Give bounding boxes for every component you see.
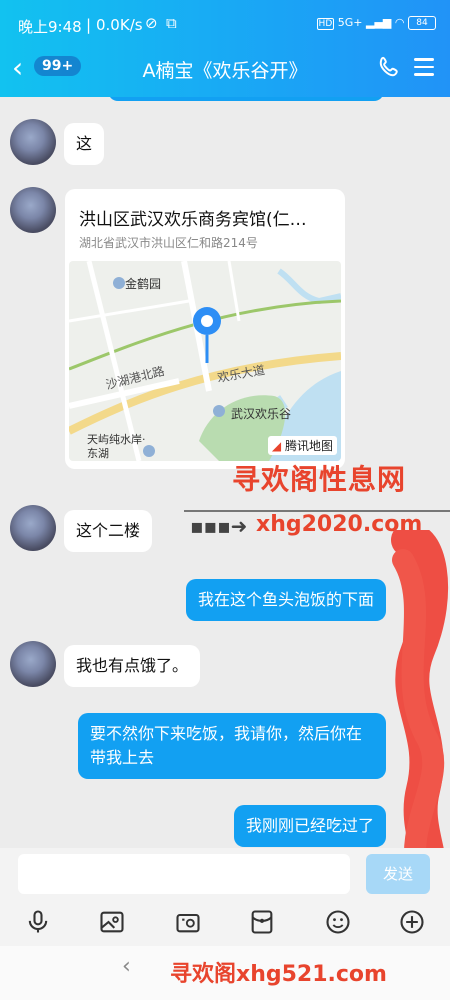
message-text: 这个二楼 [76, 521, 141, 540]
message-input[interactable] [18, 854, 350, 894]
avatar[interactable] [10, 505, 56, 551]
message-text: 要不然你下来吃饭，我请你，然后你在带我上去 [90, 724, 363, 767]
avatar[interactable] [10, 641, 56, 687]
map-preview[interactable]: 金鹤园 沙湖港北路 欢乐大道 武汉欢乐谷 天屿纯水岸·东湖 ◢ 腾讯地图 [69, 261, 341, 461]
menu-icon[interactable] [414, 58, 434, 81]
arrow-right-icon: ▪▪▪➜ [190, 514, 248, 538]
previous-message-bubble [108, 97, 384, 101]
location-name: 洪山区武汉欢乐商务宾馆(仁… [79, 210, 307, 230]
location-card[interactable]: 洪山区武汉欢乐商务宾馆(仁… 湖北省武汉市洪山区仁和路214号 金鹤园 沙湖港北… [65, 189, 345, 469]
phone-icon[interactable] [376, 54, 402, 80]
send-button[interactable]: 发送 [366, 854, 430, 894]
status-net-speed: 0.0K/s [96, 16, 143, 34]
map-provider-badge: ◢ 腾讯地图 [267, 436, 337, 455]
map-label: 天屿纯水岸·东湖 [87, 433, 146, 460]
signal-label: 5G+ [337, 16, 363, 29]
microphone-icon[interactable] [24, 908, 52, 936]
status-right: HD 5G+ ▂▄▆ ◠ 84 [316, 16, 436, 30]
message-text: 这 [76, 134, 93, 153]
battery-icon: 84 [408, 16, 436, 30]
message-bubble-incoming: 这个二楼 [64, 510, 153, 552]
message-bubble-outgoing: 要不然你下来吃饭，我请你，然后你在带我上去 [78, 713, 386, 779]
message-text: 我刚刚已经吃过了 [245, 816, 374, 835]
location-address: 湖北省武汉市洪山区仁和路214号 [79, 236, 258, 250]
message-bubble-outgoing: 我在这个鱼头泡饭的下面 [185, 579, 386, 621]
watermark-text: 寻欢阁xhg521.com [170, 962, 387, 987]
avatar[interactable] [10, 187, 56, 233]
status-separator: | [86, 16, 92, 34]
chat-header: 晚上9:48 | 0.0K/s ⊘ ⧉ HD 5G+ ▂▄▆ ◠ 84 ‹ 99… [0, 0, 450, 97]
nav-row: ‹ 99+ A楠宝《欢乐谷开》 [0, 50, 450, 90]
message-bubble-incoming: 这 [64, 123, 105, 165]
redaction-scribble [391, 530, 448, 900]
status-time: 晚上9:48 [18, 18, 82, 36]
map-provider: 腾讯地图 [284, 439, 333, 453]
wifi-icon: ◠ [394, 16, 405, 29]
avatar[interactable] [10, 119, 56, 165]
status-bar: 晚上9:48 | 0.0K/s ⊘ ⧉ HD 5G+ ▂▄▆ ◠ 84 [0, 0, 450, 50]
map-label: 武汉欢乐谷 [231, 407, 292, 421]
image-icon[interactable] [98, 908, 126, 936]
message-text: 我也有点饿了。 [76, 656, 189, 675]
camera-icon[interactable] [174, 908, 202, 936]
plus-icon[interactable] [398, 908, 426, 936]
mute-icon: ⊘ [145, 14, 158, 32]
hd-icon: HD [316, 18, 335, 30]
message-bubble-incoming: 我也有点饿了。 [64, 645, 201, 687]
message-text: 我在这个鱼头泡饭的下面 [197, 590, 374, 609]
input-toolbar [0, 900, 450, 946]
signal-icon: ▂▄▆ [366, 16, 392, 29]
map-graphic [69, 261, 341, 461]
emoji-icon[interactable] [324, 908, 352, 936]
nfc-icon: ⧉ [166, 14, 177, 32]
watermark-text: 寻欢阁性息网 [232, 463, 407, 496]
red-packet-icon[interactable] [248, 908, 276, 936]
map-label: 金鹤园 [125, 277, 162, 291]
input-bar: 发送 [0, 848, 450, 900]
message-bubble-outgoing: 我刚刚已经吃过了 [233, 805, 386, 847]
tencent-map-icon: ◢ [271, 439, 282, 453]
system-back-icon[interactable]: ‹ [122, 954, 131, 979]
